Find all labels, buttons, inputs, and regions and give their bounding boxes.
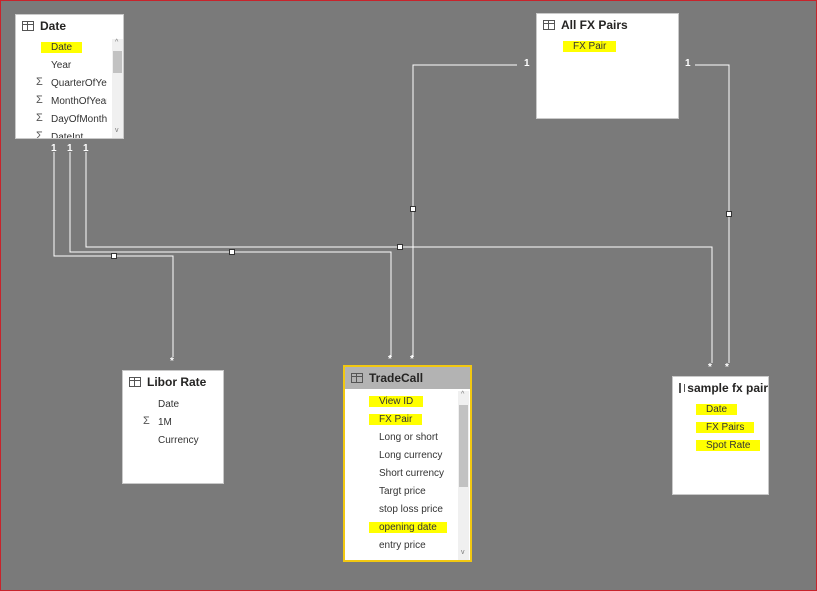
cardinality-one: 1 (51, 143, 57, 154)
field-monthofyear[interactable]: MonthOfYear (51, 94, 107, 110)
table-header[interactable]: Libor Rate (123, 371, 223, 393)
table-title: All FX Pairs (561, 18, 628, 32)
scrollbar[interactable]: ^ v (458, 391, 469, 560)
table-icon (679, 383, 686, 393)
field-1m[interactable]: 1M (158, 415, 172, 431)
table-title: TradeCall (369, 371, 424, 385)
cardinality-many: * (170, 356, 174, 367)
table-header[interactable]: Date (16, 15, 123, 37)
cardinality-many: * (388, 354, 392, 365)
relationship-node-samplefx-fx[interactable] (726, 211, 732, 217)
cardinality-one: 1 (67, 143, 73, 154)
table-card-all-fx-pairs[interactable]: All FX Pairs FX Pair (536, 13, 679, 119)
cardinality-one: 1 (524, 58, 530, 69)
table-title: sample fx pair (687, 381, 768, 395)
sigma-icon: Σ (36, 130, 43, 139)
table-card-tradecall[interactable]: TradeCall View ID FX Pair Long or short … (343, 365, 472, 562)
field-fx-pair[interactable]: FX Pair (369, 412, 423, 428)
table-card-date[interactable]: Date Date Year Σ QuarterOfYear Σ MonthOf… (15, 14, 124, 139)
cardinality-one: 1 (83, 143, 89, 154)
scrollbar[interactable]: ^ v (112, 39, 123, 138)
table-header[interactable]: TradeCall (345, 367, 470, 389)
table-title: Libor Rate (147, 375, 207, 389)
relationship-node-libor[interactable] (111, 253, 117, 259)
chevron-up-icon[interactable]: ^ (115, 39, 118, 46)
field-fx-pair[interactable]: FX Pair (563, 39, 617, 55)
chevron-down-icon[interactable]: v (461, 549, 465, 556)
rel-date-samplefx (85, 152, 713, 363)
field-dayofmonth[interactable]: DayOfMonth (51, 112, 107, 128)
rel-fxpairs-tradecall (412, 64, 517, 357)
field-spot-rate[interactable]: Spot Rate (696, 438, 761, 454)
cardinality-many: * (410, 354, 414, 365)
table-icon (351, 373, 363, 383)
table-icon (129, 377, 141, 387)
field-entry-price[interactable]: entry price (379, 538, 426, 554)
field-opening-date[interactable]: opening date (369, 520, 447, 536)
table-title: Date (40, 19, 67, 33)
sigma-icon: Σ (36, 112, 43, 124)
relationship-node-samplefx-date[interactable] (397, 244, 403, 250)
scrollbar-thumb[interactable] (459, 405, 468, 487)
table-icon (543, 20, 555, 30)
field-date[interactable]: Date (158, 397, 179, 413)
field-view-id[interactable]: View ID (369, 394, 424, 410)
relationship-node-tradecall-date[interactable] (229, 249, 235, 255)
table-header[interactable]: All FX Pairs (537, 14, 678, 36)
chevron-up-icon[interactable]: ^ (461, 391, 464, 398)
field-year[interactable]: Year (51, 58, 71, 74)
relationship-node-tradecall-fx[interactable] (410, 206, 416, 212)
chevron-down-icon[interactable]: v (115, 127, 119, 134)
table-icon (22, 21, 34, 31)
table-card-libor-rate[interactable]: Libor Rate Date Σ 1M Currency (122, 370, 224, 484)
field-targt-price[interactable]: Targt price (379, 484, 426, 500)
cardinality-many: * (725, 362, 729, 373)
field-currency[interactable]: Currency (158, 433, 199, 449)
field-date[interactable]: Date (41, 40, 83, 56)
scrollbar-thumb[interactable] (113, 51, 122, 73)
table-header[interactable]: sample fx pair (673, 377, 768, 399)
field-long-or-short[interactable]: Long or short (379, 430, 438, 446)
field-dateint[interactable]: DateInt (51, 130, 107, 138)
sigma-icon: Σ (36, 76, 43, 88)
field-stop-loss-price[interactable]: stop loss price (379, 502, 443, 518)
sigma-icon: Σ (36, 94, 43, 106)
field-fx-pairs[interactable]: FX Pairs (696, 420, 755, 436)
table-card-sample-fx-pair[interactable]: sample fx pair Date FX Pairs Spot Rate (672, 376, 769, 495)
field-short-currency[interactable]: Short currency (379, 466, 444, 482)
cardinality-many: * (708, 362, 712, 373)
sigma-icon: Σ (143, 415, 150, 427)
field-long-currency[interactable]: Long currency (379, 448, 442, 464)
field-quarterofyear[interactable]: QuarterOfYear (51, 76, 107, 92)
field-date[interactable]: Date (696, 402, 738, 418)
cardinality-one: 1 (685, 58, 691, 69)
